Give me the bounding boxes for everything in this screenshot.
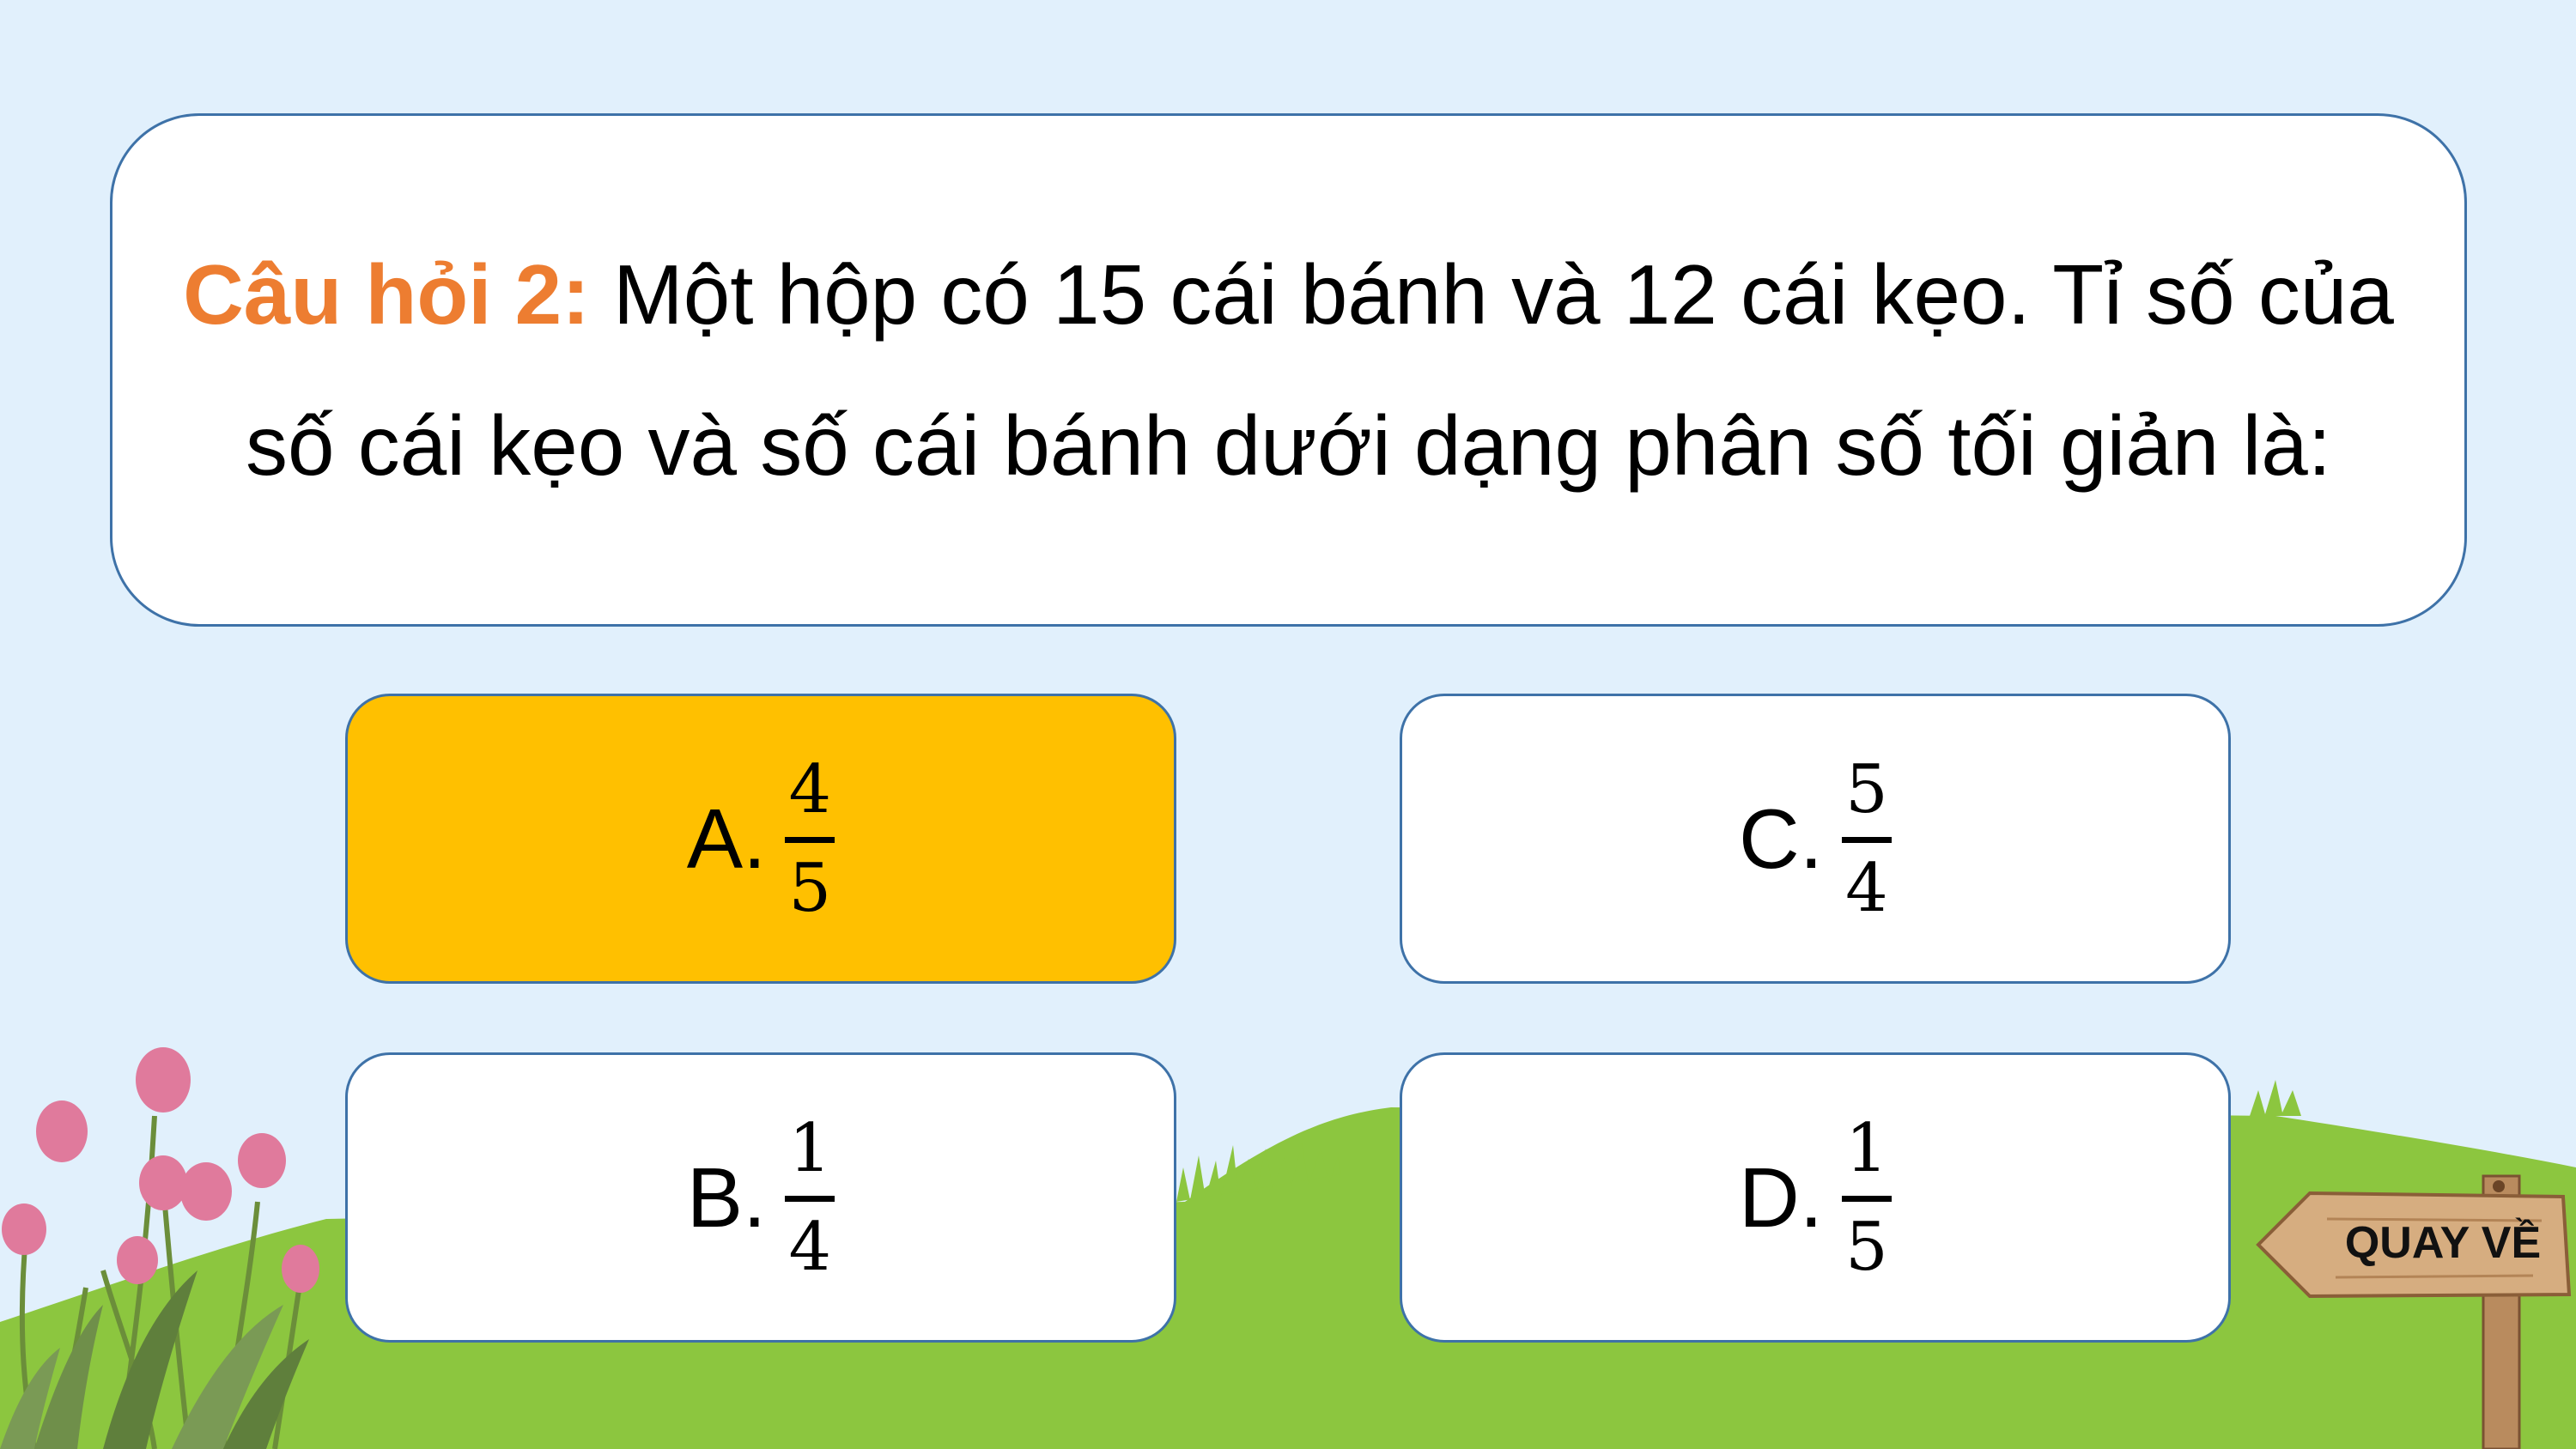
fraction-denominator: 4 <box>788 1208 832 1286</box>
answer-fraction: 4 5 <box>785 756 835 922</box>
question-label: Câu hỏi 2: <box>183 247 590 342</box>
answer-letter: B. <box>686 1149 767 1245</box>
question-box: Câu hỏi 2: Một hộp có 15 cái bánh và 12 … <box>110 113 2467 627</box>
fraction-bar <box>1842 836 1892 843</box>
fraction-bar <box>785 1195 835 1202</box>
answer-b-button[interactable]: B. 1 4 <box>345 1052 1176 1343</box>
answer-d-button[interactable]: D. 1 5 <box>1400 1052 2231 1343</box>
fraction-numerator: 5 <box>1845 750 1888 828</box>
fraction-bar <box>785 836 835 843</box>
back-button-label: QUAY VỀ <box>2344 1218 2542 1268</box>
fraction-numerator: 1 <box>1845 1109 1888 1187</box>
wooden-signpost-icon <box>2256 1174 2572 1449</box>
fraction-denominator: 4 <box>1845 849 1888 927</box>
answer-letter: A. <box>686 791 767 886</box>
answer-fraction: 1 4 <box>785 1115 835 1281</box>
fraction-denominator: 5 <box>788 849 832 927</box>
answer-a-button[interactable]: A. 4 5 <box>345 694 1176 984</box>
question-text: Câu hỏi 2: Một hộp có 15 cái bánh và 12 … <box>155 219 2421 521</box>
answer-fraction: 5 4 <box>1842 756 1892 922</box>
back-button[interactable]: QUAY VỀ <box>2250 1167 2576 1449</box>
answer-fraction: 1 5 <box>1842 1115 1892 1281</box>
answer-c-button[interactable]: C. 5 4 <box>1400 694 2231 984</box>
answer-letter: D. <box>1739 1149 1823 1245</box>
answer-letter: C. <box>1739 791 1823 886</box>
fraction-bar <box>1842 1195 1892 1202</box>
fraction-numerator: 1 <box>788 1109 832 1187</box>
fraction-denominator: 5 <box>1845 1208 1888 1286</box>
fraction-numerator: 4 <box>788 750 832 828</box>
